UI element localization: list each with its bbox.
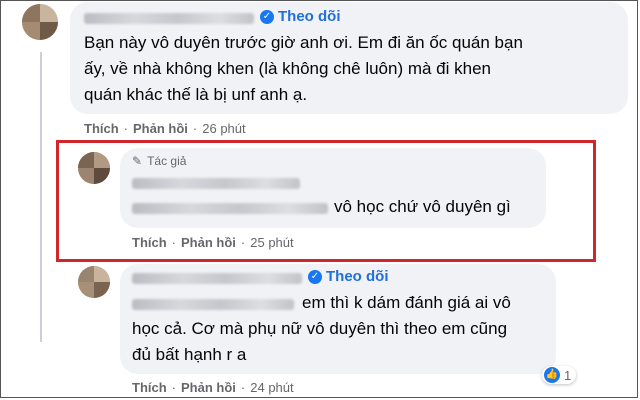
reaction-summary[interactable]: 👍 1 (542, 366, 577, 384)
comment-text: em thì k dám đánh giá ai vô học cả. Cơ m… (132, 293, 511, 364)
commenter-name-blurred[interactable] (132, 273, 302, 284)
comment-bubble: ✎ Tác giả vô học chứ vô duyên gì (120, 148, 546, 228)
comment-bubble: ✓ Theo dõi Bạn này vô duyên trước giờ an… (70, 2, 628, 114)
comment-text: vô học chứ vô duyên gì (334, 197, 511, 216)
comment-bubble: ✓ Theo dõi em thì k dám đánh giá ai vô h… (120, 264, 556, 374)
tagged-name-blurred[interactable] (132, 203, 328, 214)
comment-time[interactable]: 24 phút (250, 380, 293, 395)
author-tag: Tác giả (147, 154, 187, 168)
like-button[interactable]: Thích (132, 380, 167, 395)
avatar[interactable] (78, 152, 110, 184)
comment-time[interactable]: 25 phút (250, 235, 293, 250)
avatar[interactable] (22, 4, 58, 40)
comment-actions: Thích · Phản hồi · 26 phút (84, 121, 246, 136)
reply-button[interactable]: Phản hồi (133, 121, 188, 136)
verified-badge-icon: ✓ (260, 9, 274, 24)
reply-button[interactable]: Phản hồi (181, 380, 236, 395)
comment-text: Bạn này vô duyên trước giờ anh ơi. Em đi… (84, 33, 523, 104)
reaction-count: 1 (564, 367, 572, 383)
comment-actions: Thích · Phản hồi · 25 phút (132, 235, 294, 250)
commenter-name-blurred[interactable] (132, 178, 300, 189)
comment-actions: Thích · Phản hồi · 24 phút (132, 380, 294, 395)
follow-link[interactable]: Theo dõi (326, 268, 389, 285)
follow-link[interactable]: Theo dõi (278, 8, 341, 25)
pencil-icon: ✎ (132, 154, 143, 168)
thread-line (40, 52, 42, 342)
reply-button[interactable]: Phản hồi (181, 235, 236, 250)
thumbs-up-icon: 👍 (544, 367, 560, 383)
like-button[interactable]: Thích (132, 235, 167, 250)
comment-time[interactable]: 26 phút (202, 121, 245, 136)
avatar[interactable] (78, 266, 110, 298)
verified-badge-icon: ✓ (308, 269, 322, 284)
like-button[interactable]: Thích (84, 121, 119, 136)
commenter-name-blurred[interactable] (84, 13, 254, 24)
